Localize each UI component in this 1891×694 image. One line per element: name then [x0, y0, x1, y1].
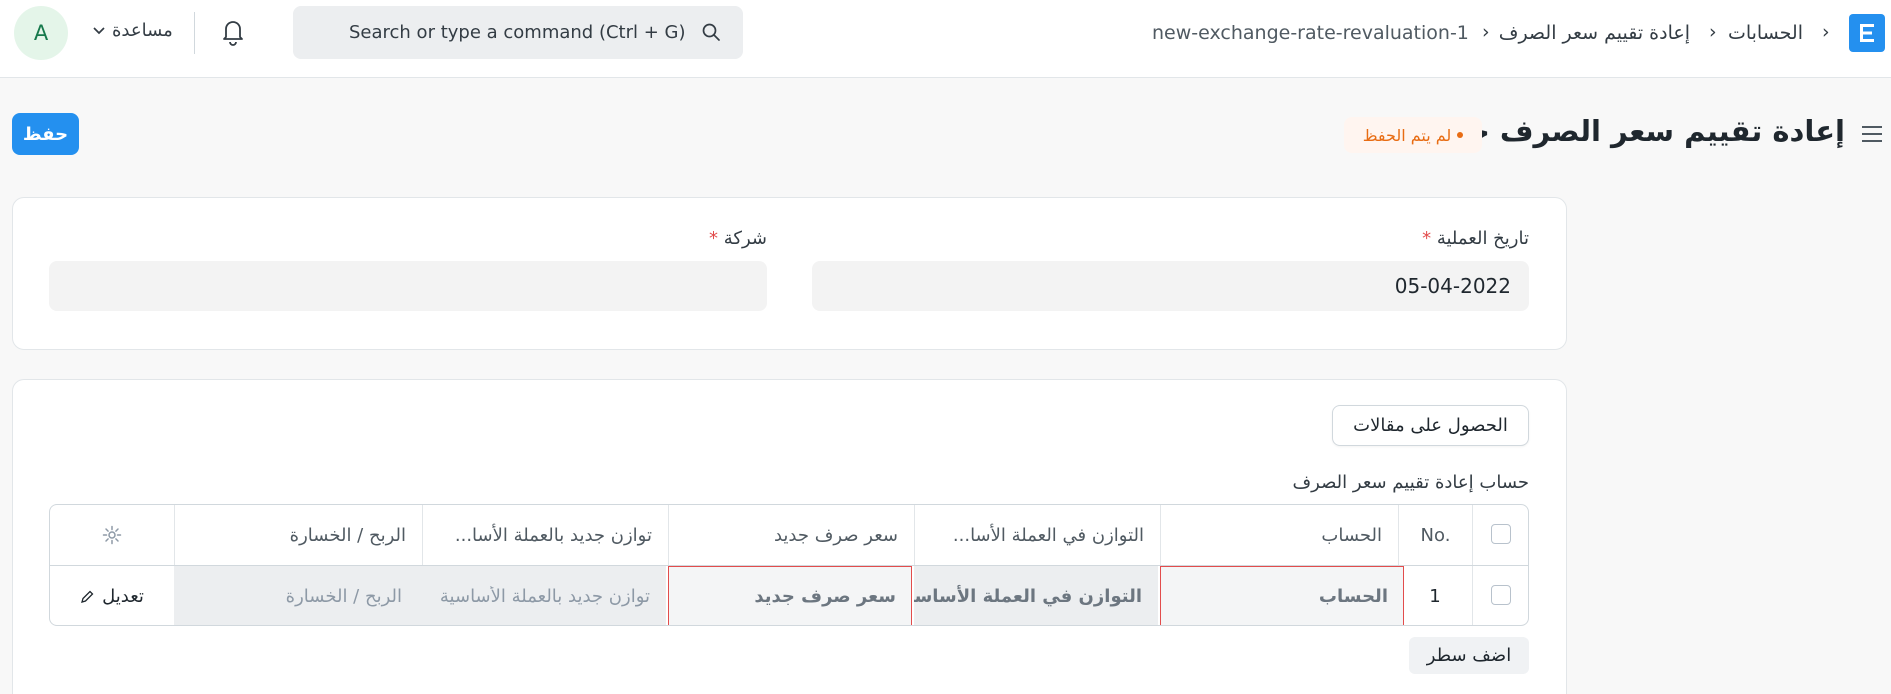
breadcrumb-separator: › — [1482, 21, 1490, 43]
row-edit-label: تعديل — [102, 586, 144, 607]
navbar: › الحسابات › إعادة تقييم سعر الصرف › new… — [0, 0, 1891, 78]
posting-date-value: 05-04-2022 — [1394, 274, 1511, 298]
row-edit-button[interactable]: تعديل — [50, 566, 174, 625]
row-new-rate-field[interactable]: سعر صرف جديد — [668, 566, 912, 625]
help-label: مساعدة — [112, 20, 173, 41]
row-new-balance-base: توازن جديد بالعملة الأساسية — [439, 586, 650, 607]
row-checkbox[interactable] — [1491, 585, 1511, 605]
row-gain-loss: الربح / الخسارة — [285, 586, 402, 607]
breadcrumb-current-doc[interactable]: new-exchange-rate-revaluation-1 — [1152, 22, 1469, 44]
status-badge-label: لم يتم الحفظ — [1362, 125, 1452, 145]
header-new-rate[interactable]: سعر صرف جديد — [668, 505, 914, 565]
breadcrumb-separator: › — [1709, 21, 1717, 43]
header-no: No. — [1398, 505, 1472, 565]
breadcrumb-accounts[interactable]: الحسابات — [1728, 22, 1803, 44]
save-button[interactable]: حفظ — [12, 113, 79, 155]
posting-date-field[interactable]: 05-04-2022 — [812, 261, 1529, 311]
breadcrumb-separator: › — [1822, 21, 1830, 43]
posting-date-label: تاريخ العملية * — [1422, 228, 1529, 249]
header-balance-base[interactable]: التوازن في العملة الأسا... — [914, 505, 1160, 565]
accounts-table: No. الحساب التوازن في العملة الأسا... سع… — [49, 504, 1529, 626]
row-index: 1 — [1429, 586, 1441, 607]
navbar-divider — [194, 12, 195, 54]
header-select-cell — [1472, 505, 1528, 565]
avatar[interactable]: A — [14, 6, 68, 60]
company-field[interactable] — [49, 261, 767, 311]
chevron-down-icon — [93, 27, 105, 35]
row-select-cell — [1472, 566, 1528, 625]
company-label: شركة * — [709, 228, 767, 249]
page-title: إعادة تقييم سعر الصرف جديد — [1424, 114, 1845, 148]
sidebar-toggle-icon[interactable] — [1861, 124, 1883, 144]
gear-icon[interactable] — [102, 525, 122, 545]
get-entries-button[interactable]: الحصول على مقالات — [1332, 405, 1529, 446]
header-new-balance-base[interactable]: توازن جديد بالعملة الأسا... — [422, 505, 668, 565]
search-bar[interactable]: Search or type a command (Ctrl + G) — [293, 6, 743, 59]
row-account-field[interactable]: الحساب — [1160, 566, 1404, 625]
select-all-checkbox[interactable] — [1491, 524, 1511, 544]
status-badge: لم يتم الحفظ — [1344, 117, 1482, 153]
search-input[interactable]: Search or type a command (Ctrl + G) — [349, 22, 686, 43]
breadcrumb-exchange-rate-revaluation[interactable]: إعادة تقييم سعر الصرف — [1499, 22, 1690, 44]
notification-bell-icon[interactable] — [219, 17, 247, 47]
header-gain-loss[interactable]: الربح / الخسارة — [174, 505, 422, 565]
search-icon — [702, 23, 720, 41]
app-logo-icon[interactable] — [1849, 14, 1885, 52]
header-settings-cell — [50, 505, 174, 565]
row-balance-base: التوازن في العملة الأساسية — [914, 566, 1158, 625]
status-dot — [1457, 132, 1464, 138]
row-readonly-group: توازن جديد بالعملة الأساسية الربح / الخس… — [174, 566, 666, 625]
pencil-icon — [81, 590, 94, 603]
header-account[interactable]: الحساب — [1160, 505, 1398, 565]
table-row: 1 الحساب التوازن في العملة الأساسية سعر … — [50, 565, 1528, 625]
grid-title: حساب إعادة تقييم سعر الصرف — [1292, 472, 1529, 493]
add-row-button[interactable]: اضف سطر — [1409, 637, 1529, 674]
